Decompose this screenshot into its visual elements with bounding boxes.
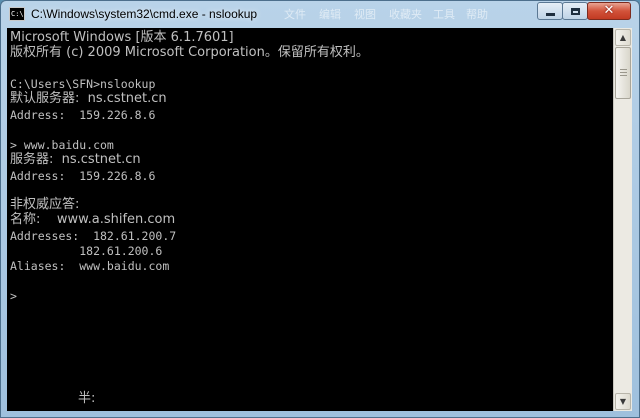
ghost-menu-item: 工具 xyxy=(433,8,455,21)
scroll-up-button[interactable]: ▲ xyxy=(615,29,631,46)
ghost-menu-item: 视图 xyxy=(354,8,376,21)
console-line: 版权所有 (c) 2009 Microsoft Corporation。保留所有… xyxy=(10,45,369,60)
console-line: Addresses: 182.61.200.7 xyxy=(10,229,177,243)
close-button[interactable]: ✕ xyxy=(587,2,631,20)
console-line: Address: 159.226.8.6 xyxy=(10,169,156,183)
vertical-scrollbar[interactable]: ▲ ▼ xyxy=(613,28,632,411)
console-line: C:\Users\SFN>nslookup xyxy=(10,77,156,91)
ghost-menu-item: 文件 xyxy=(284,8,306,21)
console-line: 服务器: ns.cstnet.cn xyxy=(10,152,141,167)
title-bar[interactable]: C:\ C:\Windows\system32\cmd.exe - nslook… xyxy=(1,1,639,27)
console-line: 182.61.200.6 xyxy=(10,244,163,258)
arrow-up-icon: ▲ xyxy=(619,33,627,42)
console-line: 默认服务器: ns.cstnet.cn xyxy=(10,91,167,106)
ghost-menu-item: 编辑 xyxy=(319,8,341,21)
maximize-icon xyxy=(570,7,580,15)
minimize-icon xyxy=(545,12,555,16)
console-output[interactable]: Microsoft Windows [版本 6.1.7601] 版权所有 (c)… xyxy=(7,28,613,411)
console-line: Microsoft Windows [版本 6.1.7601] xyxy=(10,30,234,45)
cmd-app-icon[interactable]: C:\ xyxy=(9,7,25,21)
minimize-button[interactable] xyxy=(537,2,563,20)
console-line: 非权威应答: xyxy=(10,197,80,212)
ghost-menu-item: 帮助 xyxy=(466,8,488,21)
console-prompt: > xyxy=(10,289,17,303)
close-icon: ✕ xyxy=(603,3,615,18)
scroll-thumb[interactable] xyxy=(615,47,631,99)
arrow-down-icon: ▼ xyxy=(619,397,627,406)
console-line: Aliases: www.baidu.com xyxy=(10,259,170,273)
cmd-window: C:\ C:\Windows\system32\cmd.exe - nslook… xyxy=(0,0,640,418)
console-line: Address: 159.226.8.6 xyxy=(10,108,156,122)
grip-line xyxy=(620,69,627,70)
scroll-down-button[interactable]: ▼ xyxy=(615,393,631,410)
ime-indicator: 半: xyxy=(78,391,96,406)
grip-line xyxy=(620,75,627,76)
ghost-menu-item: 收藏夹 xyxy=(389,8,422,21)
grip-line xyxy=(620,72,627,73)
console-line: > www.baidu.com xyxy=(10,138,114,152)
window-title: C:\Windows\system32\cmd.exe - nslookup xyxy=(31,7,258,21)
maximize-button[interactable] xyxy=(562,2,588,20)
console-line: 名称: www.a.shifen.com xyxy=(10,212,176,227)
